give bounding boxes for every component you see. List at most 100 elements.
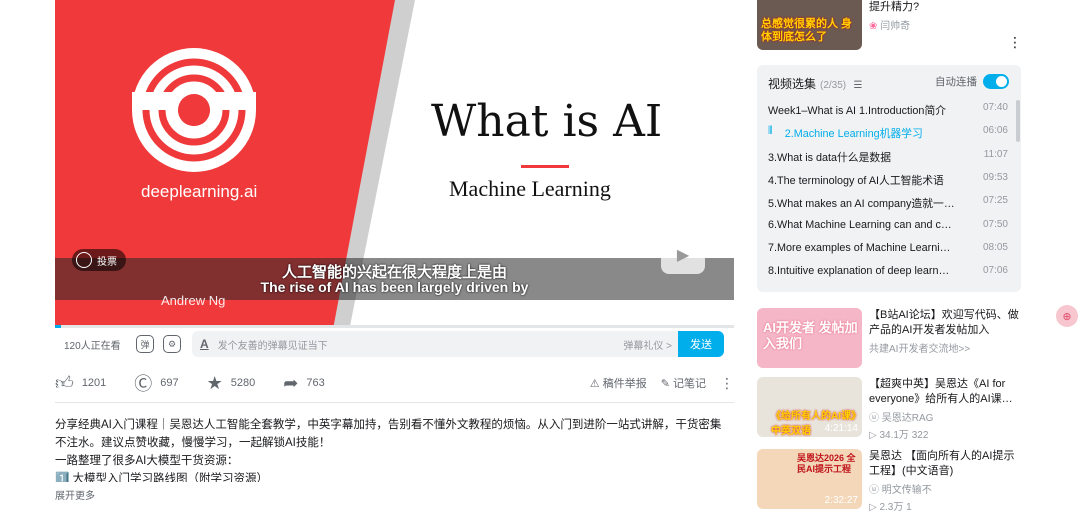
- playlist-episode[interactable]: 6.What Machine Learning can and c… 07:50: [768, 219, 1008, 231]
- uploader-icon: ⓤ: [869, 485, 882, 496]
- list-icon[interactable]: ☰: [853, 80, 862, 91]
- episode-duration: 07:06: [982, 265, 1008, 277]
- rec-title: 【超爽中英】吴恩达《AI for everyone》给所有人的AI课…: [869, 378, 1013, 405]
- episode-duration: 09:53: [982, 171, 1008, 183]
- report-button[interactable]: ⚠ 稿件举报: [590, 375, 647, 391]
- episode-title: 6.What Machine Learning can and c…: [768, 218, 952, 231]
- rec-meta: 共建AI开发者交流地>>: [869, 344, 971, 355]
- rec-author: ❀ 闫帅奇: [869, 17, 1021, 32]
- rec-thumbnail: 吴恩达2026 全民AI提示工程 2:32:27: [757, 449, 862, 509]
- rec-item[interactable]: 吴恩达2026 全民AI提示工程 2:32:27 吴恩达 【面向所有人的AI提示…: [757, 449, 1021, 513]
- divider: [55, 402, 734, 403]
- progress-bar[interactable]: [55, 325, 734, 328]
- vote-button[interactable]: 投票: [72, 249, 126, 271]
- notes-button[interactable]: ✎ 记笔记: [661, 375, 706, 391]
- playlist-episode[interactable]: 7.More examples of Machine Learni… 08:05: [768, 242, 1008, 254]
- rec-item[interactable]: 《给所有人的AI课》 中英双语 4:21:14 【超爽中英】吴恩达《AI for…: [757, 377, 1021, 441]
- rec-stats-text: 34.1万 322: [879, 430, 929, 441]
- side-float-icon[interactable]: ⊕: [1056, 305, 1078, 327]
- like-count: 1201: [81, 377, 107, 389]
- slide-title: What is AI: [431, 96, 663, 147]
- uploader-icon: ❀: [869, 21, 881, 32]
- notes-label: 记笔记: [673, 378, 706, 390]
- danmaku-input[interactable]: A 发个友善的弹幕见证当下 弹幕礼仪 >: [192, 331, 678, 357]
- danmaku-toggle-icon[interactable]: 弹: [136, 335, 154, 353]
- danmaku-settings-icon[interactable]: ⚙: [163, 335, 181, 353]
- share-button[interactable]: ➦ 763: [283, 373, 324, 394]
- description-line: 一路整理了很多AI大模型干货资源：: [55, 455, 239, 467]
- rec-item[interactable]: AI开发者 发帖加入我们 【B站AI论坛】欢迎写代码、做产品的AI开发者发帖加入…: [757, 308, 1021, 368]
- playlist-episode[interactable]: ⫴ 2.Machine Learning机器学习 06:06: [768, 125, 1008, 141]
- deeplearning-logo-icon: [132, 48, 256, 172]
- autoplay-toggle[interactable]: 自动连播: [935, 74, 1009, 89]
- subtitle-english: The rise of AI has been largely driven b…: [260, 279, 529, 295]
- playlist-count: (2/35): [820, 80, 847, 91]
- rec-info: 提升精力? ❀ 闫帅奇: [869, 0, 1021, 50]
- playlist-header: 视频选集 (2/35) ☰: [768, 75, 862, 92]
- playlist-title: 视频选集: [768, 77, 817, 91]
- playlist-episode[interactable]: 3.What is data什么是数据 11:07: [768, 149, 1008, 165]
- share-icon: ➦: [283, 372, 299, 393]
- episode-duration: 08:05: [982, 241, 1008, 253]
- expand-more-link[interactable]: 展开更多: [55, 487, 95, 502]
- viewer-count: 120人正在看: [64, 340, 121, 352]
- logo-text: deeplearning.ai: [141, 182, 258, 201]
- rec-stats-text: 2.3万 1: [879, 502, 912, 513]
- episode-title: 5.What makes an AI company造就一…: [768, 198, 955, 211]
- now-playing-icon: ⫴: [768, 125, 773, 138]
- playlist-scrollbar[interactable]: [1016, 100, 1020, 142]
- report-label: 稿件举报: [602, 378, 647, 390]
- uploader-icon: ⓤ: [869, 413, 882, 424]
- playlist-episode[interactable]: Week1–What is AI 1.Introduction简介 07:40: [768, 102, 1008, 118]
- notes-icon: ✎: [660, 378, 673, 390]
- duration-badge: 4:21:14: [824, 423, 858, 434]
- coin-button[interactable]: Ⓒ 697: [134, 370, 178, 396]
- episode-title: 2.Machine Learning机器学习: [784, 128, 923, 141]
- playlist-episode[interactable]: 5.What makes an AI company造就一… 07:25: [768, 195, 1008, 211]
- more-icon[interactable]: ⋮: [720, 375, 734, 392]
- danmaku-bar: 120人正在看 弹 ⚙ A 发个友善的弹幕见证当下 弹幕礼仪 > 发送: [55, 330, 734, 358]
- thumb-text: 总感觉很累的人 身体到底怎么了: [761, 18, 853, 43]
- rec-item[interactable]: 总感觉很累的人 身体到底怎么了 提升精力? ❀ 闫帅奇: [757, 0, 1021, 50]
- rec-author-name: 闫帅奇: [880, 21, 911, 32]
- action-bar: 👍︎ 1201 Ⓒ 697 ★ 5280 ➦ 763 ⚠ 稿件举报 ✎ 记笔记 …: [55, 370, 734, 396]
- poll-icon: [76, 252, 92, 268]
- episode-title: 8.Intuitive explanation of deep learn…: [768, 265, 950, 278]
- play-button[interactable]: ▶: [661, 236, 705, 274]
- share-count: 763: [306, 377, 325, 389]
- episode-duration: 06:06: [982, 125, 1008, 137]
- slide-divider: [521, 165, 569, 168]
- like-button[interactable]: 👍︎ 1201: [55, 372, 106, 394]
- thumb-text: 吴恩达2026 全民AI提示工程: [797, 453, 856, 474]
- play-count-icon: ▷: [869, 502, 880, 513]
- rec-title: 吴恩达 【面向所有人的AI提示工程】(中文语音): [869, 450, 1015, 477]
- video-player[interactable]: deeplearning.ai What is AI Machine Learn…: [55, 0, 734, 325]
- rec-stats: ▷ 34.1万 322: [869, 426, 1021, 441]
- rec-author-name: 吴恩达RAG: [881, 413, 934, 424]
- star-icon: ★: [206, 372, 223, 393]
- rec-author-name: 明文传输不: [881, 485, 932, 496]
- episode-duration: 07:50: [982, 218, 1008, 230]
- rec-title: 【B站AI论坛】欢迎写代码、做产品的AI开发者发帖加入: [869, 309, 1019, 336]
- rec-info: 吴恩达 【面向所有人的AI提示工程】(中文语音) ⓤ 明文传输不 ▷ 2.3万 …: [869, 449, 1021, 513]
- episode-duration: 07:40: [982, 102, 1008, 113]
- rec-title: 提升精力?: [869, 1, 920, 13]
- slide-subtitle: Machine Learning: [449, 176, 611, 201]
- danmaku-etiquette-link[interactable]: 弹幕礼仪 >: [623, 337, 672, 352]
- description-line: 分享经典AI入门课程｜吴恩达人工智能全套教学，中英字幕加持，告别看不懂外文教程的…: [55, 419, 722, 449]
- favorite-button[interactable]: ★ 5280: [207, 373, 256, 394]
- rec-info: 【B站AI论坛】欢迎写代码、做产品的AI开发者发帖加入 共建AI开发者交流地>>: [869, 308, 1021, 368]
- playlist-episode[interactable]: 8.Intuitive explanation of deep learn… 07…: [768, 265, 1008, 277]
- episode-title: Week1–What is AI 1.Introduction简介: [768, 105, 947, 117]
- autoplay-label: 自动连播: [935, 76, 977, 88]
- rec-more-icon[interactable]: ⋮: [1008, 34, 1022, 51]
- play-icon: ▶: [676, 247, 690, 264]
- send-button[interactable]: 发送: [678, 331, 724, 357]
- episode-title: 7.More examples of Machine Learni…: [768, 241, 951, 254]
- video-description: 分享经典AI入门课程｜吴恩达人工智能全套教学，中英字幕加持，告别看不懂外文教程的…: [55, 416, 730, 482]
- rec-stats: ▷ 2.3万 1: [869, 498, 1021, 513]
- text-style-icon[interactable]: A: [200, 337, 209, 351]
- playlist-episode[interactable]: 4.The terminology of AI人工智能术语 09:53: [768, 172, 1008, 188]
- rec-thumbnail: AI开发者 发帖加入我们: [757, 308, 862, 368]
- favorite-count: 5280: [230, 377, 256, 389]
